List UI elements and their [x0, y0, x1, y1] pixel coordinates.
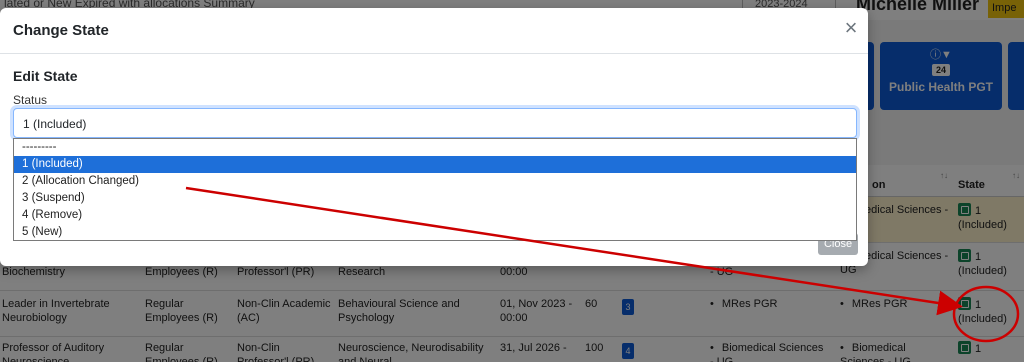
status-option-allocation-changed[interactable]: 2 (Allocation Changed) — [14, 173, 856, 190]
status-option-new[interactable]: 5 (New) — [14, 224, 856, 241]
status-option-remove[interactable]: 4 (Remove) — [14, 207, 856, 224]
status-dropdown-list: --------- 1 (Included) 2 (Allocation Cha… — [13, 138, 857, 241]
status-option-suspend[interactable]: 3 (Suspend) — [14, 190, 856, 207]
status-option-blank[interactable]: --------- — [14, 139, 856, 156]
close-icon[interactable]: × — [841, 17, 861, 40]
status-option-included[interactable]: 1 (Included) — [14, 156, 856, 173]
status-select[interactable]: 1 (Included) — [13, 108, 857, 138]
section-title: Edit State — [13, 68, 78, 84]
modal-title: Change State — [13, 22, 109, 39]
change-state-modal: Change State × Edit State Status 1 (Incl… — [0, 8, 868, 266]
status-label: Status — [13, 93, 48, 107]
modal-header: Change State × — [0, 8, 868, 54]
